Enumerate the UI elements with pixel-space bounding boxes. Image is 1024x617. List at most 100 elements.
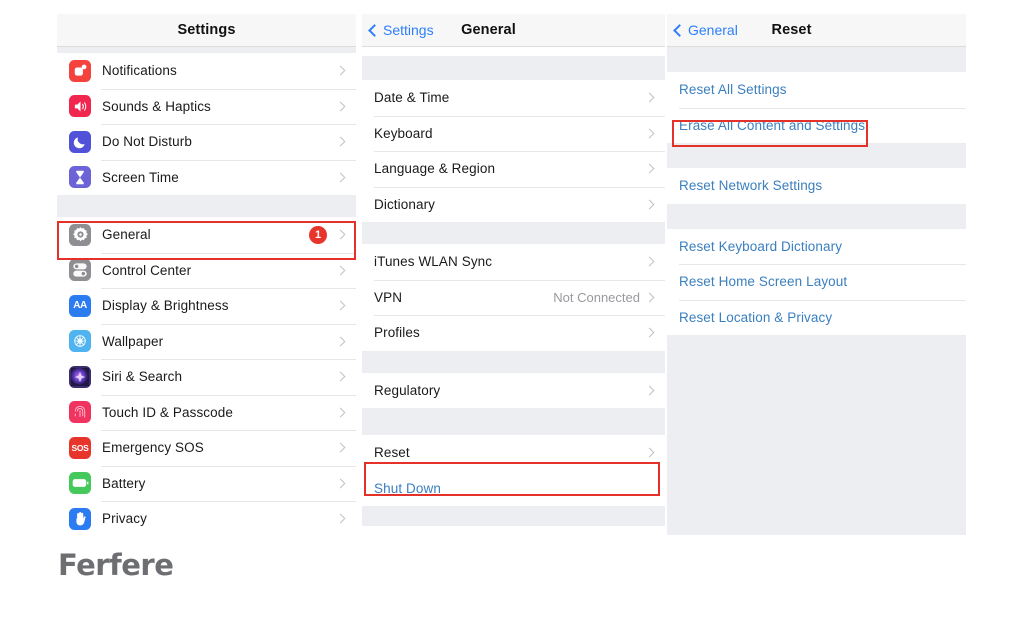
reset-item-erase-all-content-and-settings[interactable]: Erase All Content and Settings: [667, 107, 966, 143]
reset-panel: General Reset Reset All Settings Erase Al…: [667, 14, 966, 541]
settings-list-group-2: General 1 Control Center AA Display & Bright…: [57, 217, 356, 537]
sos-icon: SOS: [69, 436, 91, 459]
chevron-right-icon: [335, 407, 346, 418]
group-spacer: [667, 203, 966, 229]
speaker-icon: [69, 95, 91, 118]
list-item-label: Privacy: [102, 511, 147, 527]
settings-item-sounds-haptics[interactable]: Sounds & Haptics: [57, 88, 356, 124]
general-list-group-b: iTunes WLAN Sync VPN Not Connected Profiles: [362, 244, 665, 351]
settings-item-notifications[interactable]: Notifications: [57, 53, 356, 89]
reset-item-reset-keyboard-dictionary[interactable]: Reset Keyboard Dictionary: [667, 228, 966, 264]
hand-icon: [69, 507, 91, 530]
fingerprint-icon: [69, 401, 91, 424]
list-item-label: Siri & Search: [102, 369, 183, 385]
general-item-keyboard[interactable]: Keyboard: [362, 115, 665, 151]
battery-icon: [69, 472, 91, 495]
settings-item-emergency-sos[interactable]: SOS Emergency SOS: [57, 430, 356, 466]
list-item-label: Do Not Disturb: [102, 134, 192, 150]
reset-item-reset-network-settings[interactable]: Reset Network Settings: [667, 168, 966, 204]
general-list-group-e: Shut Down: [362, 470, 665, 506]
general-panel: Settings General Date & Time Keyboard Lang…: [362, 14, 665, 541]
reset-list-group-c: Reset Keyboard Dictionary Reset Home Scre…: [667, 228, 966, 335]
chevron-right-icon: [644, 385, 655, 396]
group-spacer: [362, 506, 665, 526]
reset-item-reset-home-screen-layout[interactable]: Reset Home Screen Layout: [667, 264, 966, 300]
settings-item-battery[interactable]: Battery: [57, 465, 356, 501]
group-spacer: [362, 56, 665, 80]
list-item-label: Language & Region: [374, 161, 496, 177]
chevron-right-icon: [335, 229, 346, 240]
list-item-label: Display & Brightness: [102, 298, 229, 314]
settings-item-privacy[interactable]: Privacy: [57, 501, 356, 537]
reset-navbar: General Reset: [667, 14, 966, 47]
back-button-settings[interactable]: Settings: [368, 22, 434, 38]
settings-item-general[interactable]: General 1: [57, 217, 356, 253]
reset-list-group-a: Reset All Settings Erase All Content and …: [667, 72, 966, 143]
settings-item-touch-id-passcode[interactable]: Touch ID & Passcode: [57, 394, 356, 430]
settings-panel: Settings Notifications Sounds & Haptics Do…: [57, 14, 356, 541]
list-item-label: Control Center: [102, 262, 192, 278]
settings-item-wallpaper[interactable]: Wallpaper: [57, 323, 356, 359]
chevron-right-icon: [644, 447, 655, 458]
general-item-reset[interactable]: Reset: [362, 435, 665, 471]
page-title: General: [461, 22, 516, 38]
chevron-right-icon: [335, 478, 346, 489]
settings-item-siri-search[interactable]: Siri & Search: [57, 359, 356, 395]
settings-item-control-center[interactable]: Control Center: [57, 252, 356, 288]
list-item-label: Notifications: [102, 63, 177, 79]
general-item-shut-down[interactable]: Shut Down: [362, 470, 665, 506]
settings-item-do-not-disturb[interactable]: Do Not Disturb: [57, 124, 356, 160]
list-item-label: VPN: [374, 289, 403, 305]
chevron-right-icon: [335, 172, 346, 183]
list-item-label: iTunes WLAN Sync: [374, 254, 493, 270]
aa-icon: AA: [69, 294, 91, 317]
chevron-right-icon: [335, 336, 346, 347]
back-button-general[interactable]: General: [673, 22, 738, 38]
chevron-left-icon: [368, 23, 381, 37]
reset-item-reset-location-privacy[interactable]: Reset Location & Privacy: [667, 299, 966, 335]
chevron-right-icon: [335, 65, 346, 76]
list-item-label: Sounds & Haptics: [102, 98, 211, 114]
general-item-dictionary[interactable]: Dictionary: [362, 186, 665, 222]
partial-scrolled-row: [362, 47, 665, 56]
ferfere-logo: Ferfere: [58, 548, 174, 582]
notifications-icon: [69, 59, 91, 82]
general-list-group-c: Regulatory: [362, 372, 665, 408]
reset-item-reset-all-settings[interactable]: Reset All Settings: [667, 72, 966, 108]
chevron-right-icon: [644, 199, 655, 210]
chevron-right-icon: [335, 513, 346, 524]
siri-icon: [69, 365, 91, 388]
settings-item-display-brightness[interactable]: AA Display & Brightness: [57, 288, 356, 324]
list-item-label: Reset All Settings: [679, 82, 787, 98]
general-item-vpn[interactable]: VPN Not Connected: [362, 279, 665, 315]
general-item-profiles[interactable]: Profiles: [362, 315, 665, 351]
chevron-right-icon: [335, 136, 346, 147]
page-title: Settings: [177, 22, 236, 38]
list-item-value: Not Connected: [553, 289, 640, 305]
wallpaper-icon: [69, 330, 91, 353]
group-spacer: [362, 408, 665, 435]
list-item-label: Dictionary: [374, 196, 436, 212]
list-item-label: Reset Home Screen Layout: [679, 274, 848, 290]
group-spacer: [667, 143, 966, 168]
chevron-right-icon: [644, 163, 655, 174]
list-item-label: Wallpaper: [102, 333, 164, 349]
back-button-label: General: [688, 22, 738, 38]
sliders-icon: [69, 259, 91, 282]
general-item-itunes-wlan-sync[interactable]: iTunes WLAN Sync: [362, 244, 665, 280]
reset-list-group-b: Reset Network Settings: [667, 168, 966, 204]
group-spacer: [362, 350, 665, 373]
back-button-label: Settings: [383, 22, 434, 38]
group-spacer: [362, 222, 665, 244]
general-item-regulatory[interactable]: Regulatory: [362, 372, 665, 408]
general-item-language-region[interactable]: Language & Region: [362, 151, 665, 187]
settings-item-screen-time[interactable]: Screen Time: [57, 159, 356, 195]
chevron-right-icon: [644, 327, 655, 338]
general-item-date-time[interactable]: Date & Time: [362, 80, 665, 116]
list-item-label: Emergency SOS: [102, 440, 204, 456]
chevron-right-icon: [335, 101, 346, 112]
chevron-right-icon: [335, 442, 346, 453]
list-item-label: Reset Keyboard Dictionary: [679, 238, 843, 254]
list-item-label: Profiles: [374, 325, 420, 341]
group-spacer: [57, 195, 356, 217]
